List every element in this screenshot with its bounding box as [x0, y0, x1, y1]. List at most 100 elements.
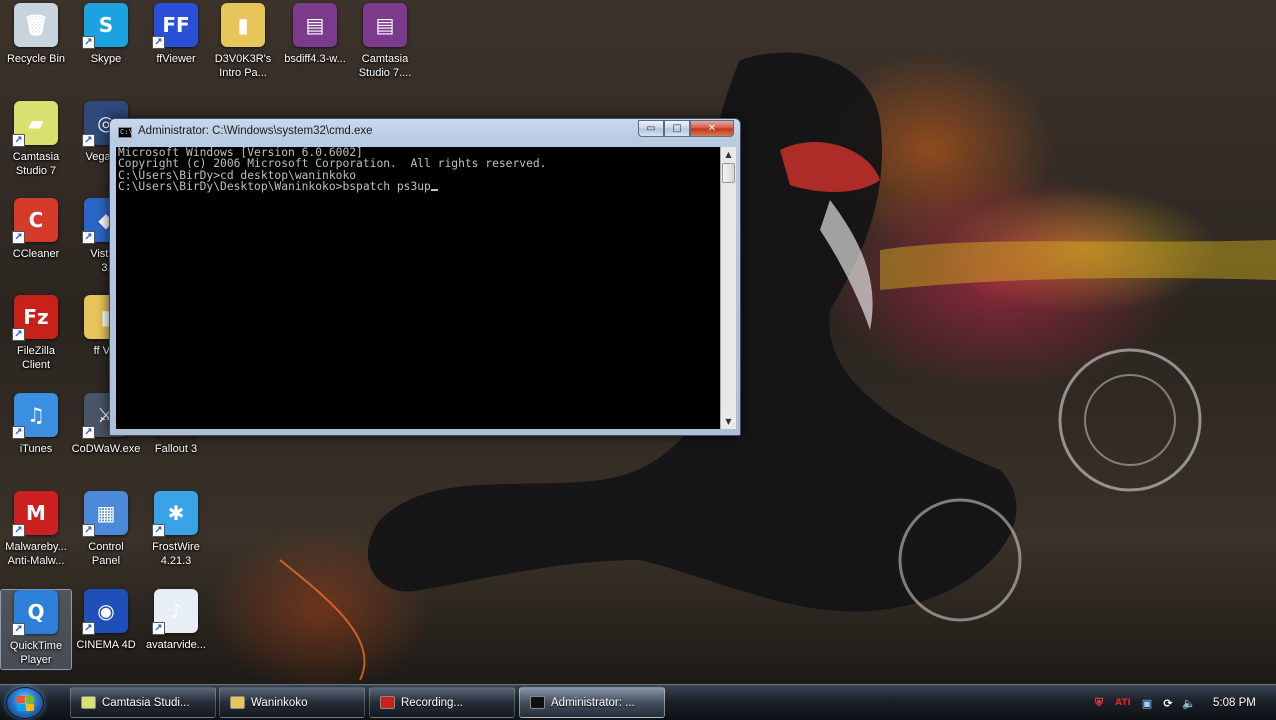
shortcut-arrow-icon: ↗	[82, 36, 95, 49]
desktop-icon[interactable]: C ↗ CCleaner	[0, 198, 72, 261]
desktop-icon[interactable]: ▰ ↗ Camtasia Studio 7	[0, 101, 72, 178]
camtasia-icon: ▰ ↗	[12, 101, 58, 147]
desktop-icon[interactable]: ▤ bsdiff4.3-w...	[279, 3, 351, 66]
skype-icon: S ↗	[82, 3, 128, 49]
media-file-icon: ♪ ↗	[152, 589, 198, 635]
shield-tray-icon[interactable]: ⛨	[1091, 695, 1107, 711]
volume-tray-icon[interactable]: 🔈	[1181, 695, 1197, 711]
maximize-button[interactable]: □	[664, 120, 690, 137]
desktop-icon[interactable]: Fz ↗ FileZilla Client	[0, 295, 72, 372]
minimize-button[interactable]: ▭	[638, 120, 664, 137]
start-button[interactable]	[6, 687, 44, 719]
desktop-icon[interactable]: FF ↗ ffViewer	[140, 3, 212, 66]
camtasia-task-icon	[81, 696, 96, 709]
shortcut-arrow-icon: ↗	[152, 524, 165, 537]
shortcut-arrow-icon: ↗	[82, 134, 95, 147]
desktop-icon[interactable]: ▦ ↗ Control Panel	[70, 491, 142, 568]
refresh-tray-icon[interactable]: ⟳	[1160, 695, 1176, 711]
shortcut-arrow-icon: ↗	[152, 622, 165, 635]
taskbar-button-label: Administrator: ...	[551, 696, 635, 709]
desktop-icon-label: Control Panel	[88, 541, 124, 567]
shortcut-arrow-icon: ↗	[12, 231, 25, 244]
network-tray-icon[interactable]: ▣	[1139, 695, 1155, 711]
console-input-line[interactable]: C:\Users\BirDy\Desktop\Waninkoko>bspatch…	[118, 181, 720, 192]
recycle-bin-icon: 🗑	[14, 3, 58, 47]
taskbar-button[interactable]: Camtasia Studi...	[70, 687, 216, 718]
desktop-icon-label: CCleaner	[12, 248, 60, 260]
shortcut-arrow-icon: ↗	[12, 426, 25, 439]
desktop-icon-label: D3V0K3R's Intro Pa...	[214, 53, 272, 79]
folder-zip-icon: ▮	[221, 3, 265, 47]
desktop-icon-label: ffViewer	[156, 53, 196, 65]
recording-task-icon	[380, 696, 395, 709]
console-prompt-text: C:\Users\BirDy\Desktop\Waninkoko>bspatch…	[118, 180, 431, 194]
desktop-icon[interactable]: 🗑 Recycle Bin	[0, 3, 72, 66]
scroll-up-arrow-icon[interactable]: ▲	[721, 147, 736, 162]
taskbar-button-label: Recording...	[401, 696, 464, 709]
clock[interactable]: 5:08 PM	[1213, 697, 1256, 709]
cmd-console[interactable]: Microsoft Windows [Version 6.0.6002] Cop…	[116, 147, 720, 429]
desktop-icon[interactable]: M ↗ Malwareby... Anti-Malw...	[0, 491, 72, 568]
cmd-task-icon	[530, 696, 545, 709]
shortcut-arrow-icon: ↗	[82, 426, 95, 439]
shortcut-arrow-icon: ↗	[12, 328, 25, 341]
cmd-titlebar[interactable]: C:\ Administrator: C:\Windows\system32\c…	[110, 119, 740, 145]
desktop-icon-label: Malwareby... Anti-Malw...	[5, 541, 67, 567]
shortcut-arrow-icon: ↗	[12, 524, 25, 537]
desktop-icon-label: QuickTime Player	[9, 640, 63, 666]
desktop-icon-label: FileZilla Client	[17, 345, 55, 371]
folder-task-icon	[230, 696, 245, 709]
desktop-icon[interactable]: ▤ Camtasia Studio 7....	[349, 3, 421, 80]
desktop-icon[interactable]: ♫ ↗ iTunes	[0, 393, 72, 456]
winrar-icon: ▤	[293, 3, 337, 47]
desktop-icon-label: Recycle Bin	[6, 53, 66, 65]
itunes-icon: ♫ ↗	[12, 393, 58, 439]
desktop-icon-label: avatarvide...	[146, 639, 206, 651]
desktop-icon-label: Camtasia Studio 7	[12, 151, 60, 177]
scroll-thumb[interactable]	[722, 163, 735, 183]
windows-logo-icon	[17, 696, 34, 711]
system-tray: ⛨ ATI ▣ ⟳ 🔈 5:08 PM	[1086, 685, 1276, 720]
close-button[interactable]: ✕	[690, 120, 734, 137]
taskbar-button[interactable]: Waninkoko	[219, 687, 365, 718]
window-controls: ▭ □ ✕	[638, 120, 734, 137]
cinema4d-icon: ◉ ↗	[82, 589, 128, 635]
shortcut-arrow-icon: ↗	[152, 36, 165, 49]
shortcut-arrow-icon: ↗	[82, 524, 95, 537]
desktop-icon-label: FrostWire 4.21.3	[152, 541, 200, 567]
taskbar: Camtasia Studi... Waninkoko Recording... Ad…	[0, 684, 1276, 720]
desktop-icon-label: Skype	[90, 53, 122, 65]
filezilla-icon: Fz ↗	[12, 295, 58, 341]
vertical-scrollbar[interactable]: ▲ ▼	[720, 147, 736, 429]
quicktime-icon: Q ↗	[12, 590, 58, 636]
scroll-down-arrow-icon[interactable]: ▼	[721, 414, 736, 429]
text-cursor	[430, 189, 438, 192]
cmd-app-icon: C:\	[118, 127, 133, 138]
taskbar-button-label: Camtasia Studi...	[102, 696, 190, 709]
desktop-icon[interactable]: S ↗ Skype	[70, 3, 142, 66]
desktop-icon[interactable]: ▮ D3V0K3R's Intro Pa...	[207, 3, 279, 80]
cmd-window[interactable]: C:\ Administrator: C:\Windows\system32\c…	[109, 118, 741, 436]
ffviewer-icon: FF ↗	[152, 3, 198, 49]
taskbar-button[interactable]: Administrator: ...	[519, 687, 665, 718]
ccleaner-icon: C ↗	[12, 198, 58, 244]
desktop-icon[interactable]: ◉ ↗ CINEMA 4D	[70, 589, 142, 652]
shortcut-arrow-icon: ↗	[12, 623, 25, 636]
desktop-icon[interactable]: Q ↗ QuickTime Player	[0, 589, 72, 670]
desktop-icon-label: CoDWaW.exe	[71, 443, 141, 455]
shortcut-arrow-icon: ↗	[82, 231, 95, 244]
malwarebytes-icon: M ↗	[12, 491, 58, 537]
taskbar-button[interactable]: Recording...	[369, 687, 515, 718]
desktop-icon[interactable]: ♪ ↗ avatarvide...	[140, 589, 212, 652]
taskbar-button-label: Waninkoko	[251, 696, 308, 709]
desktop-icon-label: iTunes	[19, 443, 53, 455]
desktop-icon-label: Fallout 3	[154, 443, 198, 455]
winrar-icon: ▤	[363, 3, 407, 47]
control-panel-icon: ▦ ↗	[82, 491, 128, 537]
desktop-icon[interactable]: ✱ ↗ FrostWire 4.21.3	[140, 491, 212, 568]
frostwire-icon: ✱ ↗	[152, 491, 198, 537]
desktop-icon-label: CINEMA 4D	[76, 639, 136, 651]
desktop-icon-label: bsdiff4.3-w...	[284, 53, 346, 65]
ati-tray-icon[interactable]: ATI	[1112, 695, 1134, 711]
shortcut-arrow-icon: ↗	[12, 134, 25, 147]
